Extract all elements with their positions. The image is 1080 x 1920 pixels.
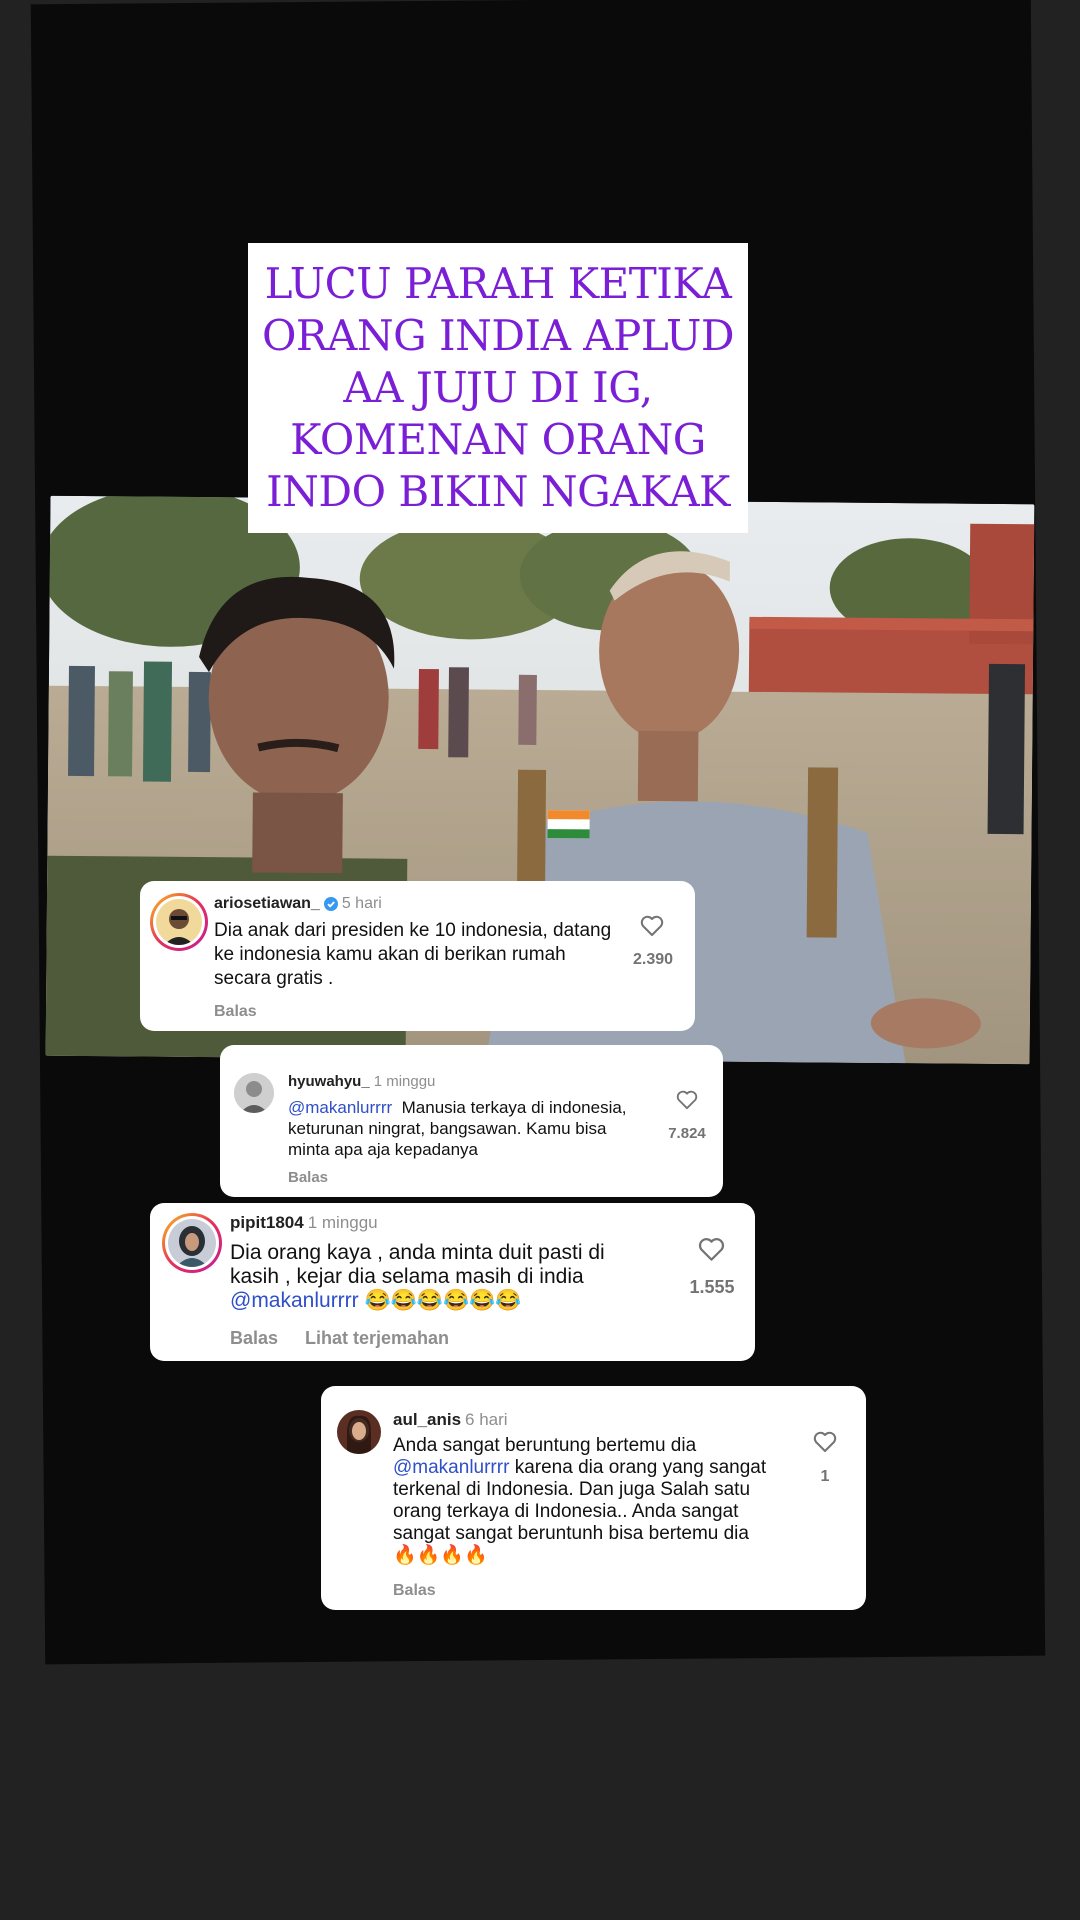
reply-button[interactable]: Balas [230, 1328, 278, 1349]
mention-link[interactable]: @makanlurrrr [393, 1457, 509, 1478]
username[interactable]: ariosetiawan_ [214, 895, 320, 912]
video-title: LUCU PARAH KETIKA ORANG INDIA APLUD AA J… [261, 259, 735, 516]
avatar-image [168, 1219, 216, 1267]
username[interactable]: hyuwahyu_ [288, 1073, 370, 1090]
reply-button[interactable]: Balas [288, 1169, 328, 1186]
avatar-image [156, 899, 202, 945]
mention-link[interactable]: @makanlurrrr [230, 1289, 359, 1312]
avatar-image [234, 1073, 274, 1113]
comment-text: Dia anak dari presiden ke 10 indonesia, … [214, 920, 612, 989]
reply-button[interactable]: Balas [393, 1582, 436, 1600]
comment-header: aul_anis 6 hari [393, 1410, 508, 1430]
comment-header: hyuwahyu_ 1 minggu [288, 1073, 435, 1090]
emoji-reaction: 😂😂😂😂😂😂 [364, 1289, 522, 1312]
comment-header: pipit1804 1 minggu [230, 1213, 378, 1233]
like-count: 7.824 [668, 1125, 706, 1142]
comment-card: pipit1804 1 minggu Dia orang kaya , anda … [150, 1203, 755, 1361]
username[interactable]: pipit1804 [230, 1213, 304, 1232]
comment-card: aul_anis 6 hari Anda sangat beruntung ber… [321, 1386, 866, 1610]
comment-text: Anda sangat beruntung bertemu dia @makan… [393, 1435, 798, 1567]
comment-text: Dia orang kaya , anda minta duit pasti d… [230, 1241, 650, 1313]
avatar-image [337, 1410, 381, 1454]
username[interactable]: aul_anis [393, 1410, 461, 1429]
comment-time: 5 hari [341, 895, 382, 912]
heart-icon[interactable] [813, 1431, 837, 1453]
heart-icon[interactable] [698, 1237, 725, 1262]
comment-text: @makanlurrrr Manusia terkaya di indonesi… [288, 1097, 648, 1160]
heart-icon[interactable] [640, 915, 664, 937]
like-count: 1 [820, 1468, 830, 1485]
comment-body: Anda sangat beruntung bertemu dia [393, 1435, 697, 1456]
translate-link[interactable]: Lihat terjemahan [305, 1328, 449, 1349]
verified-badge-icon [323, 896, 338, 911]
comment-body: Dia orang kaya , anda minta duit pasti d… [230, 1241, 605, 1288]
avatar[interactable] [150, 893, 208, 951]
comment-time: 1 minggu [307, 1213, 378, 1232]
avatar[interactable] [337, 1410, 381, 1454]
mention-link[interactable]: @makanlurrrr [288, 1098, 392, 1117]
comment-time: 6 hari [465, 1410, 508, 1429]
like-count: 1.555 [689, 1277, 735, 1297]
comment-card: hyuwahyu_ 1 minggu @makanlurrrr Manusia t… [220, 1045, 723, 1197]
emoji-reaction: 🔥🔥🔥🔥 [393, 1545, 488, 1566]
avatar[interactable] [162, 1213, 222, 1273]
reply-button[interactable]: Balas [214, 1003, 257, 1021]
comment-card: ariosetiawan_ 5 hari Dia anak dari presid… [140, 881, 695, 1031]
comment-time: 1 minggu [373, 1073, 436, 1090]
comment-header: ariosetiawan_ 5 hari [214, 895, 382, 913]
avatar[interactable] [234, 1073, 274, 1113]
title-card: LUCU PARAH KETIKA ORANG INDIA APLUD AA J… [248, 243, 748, 533]
heart-icon[interactable] [676, 1090, 698, 1110]
like-count: 2.390 [632, 951, 674, 968]
